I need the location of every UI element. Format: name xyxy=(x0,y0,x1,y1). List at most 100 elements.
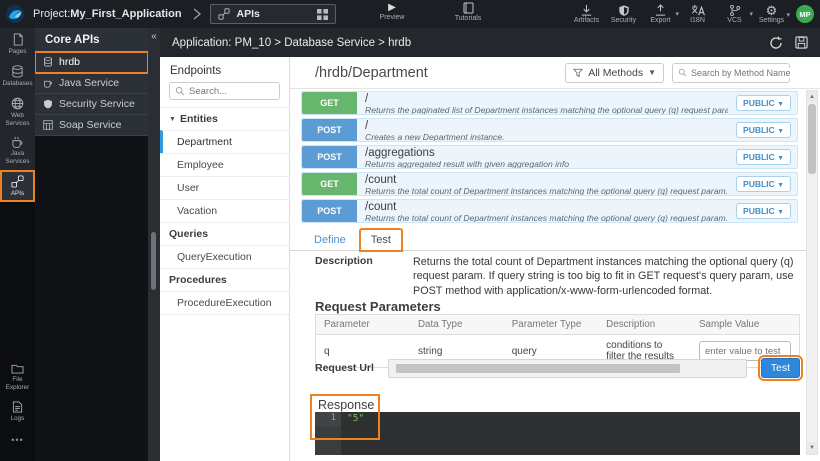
method-row[interactable]: POST /Creates a new Department instance.… xyxy=(301,118,798,142)
upload-icon xyxy=(654,4,667,17)
endpoints-scrollbar-thumb[interactable] xyxy=(151,232,156,290)
detail-tabbar: Define Test xyxy=(290,227,806,251)
method-row[interactable]: POST /countReturns the total count of De… xyxy=(301,199,798,223)
settings-button[interactable]: ⚙ Settings ▾ xyxy=(755,5,788,24)
i18n-button[interactable]: I18N xyxy=(681,4,714,24)
core-apis-panel: Core APIs hrdb Java Service Security Ser… xyxy=(35,28,148,461)
soap-icon xyxy=(43,120,53,130)
rail-item-apis[interactable]: APIs xyxy=(0,170,35,202)
method-row[interactable]: GET /countReturns the total count of Dep… xyxy=(301,172,798,196)
grid-menu-icon[interactable] xyxy=(317,9,328,20)
coffee-icon xyxy=(11,136,24,148)
caret-down-icon: ▼ xyxy=(648,68,656,77)
caret-down-icon: ▾ xyxy=(675,10,679,18)
endpoint-item-queryexecution[interactable]: QueryExecution xyxy=(160,245,289,268)
panel-collapse-strip: « xyxy=(148,28,160,461)
shield-icon xyxy=(618,4,630,17)
method-verb-badge: POST xyxy=(302,119,357,141)
endpoints-section-procedures[interactable]: Procedures xyxy=(160,268,289,291)
play-icon: ▶ xyxy=(388,2,396,13)
caret-down-icon: ▾ xyxy=(786,11,790,19)
database-icon xyxy=(43,57,53,67)
endpoint-item-department[interactable]: Department xyxy=(160,130,289,153)
scroll-down-icon[interactable]: ▼ xyxy=(807,442,817,454)
coffee-icon xyxy=(43,78,53,88)
caret-down-icon: ▼ xyxy=(777,155,784,162)
response-editor: 1 "5" xyxy=(315,412,800,455)
artifacts-button[interactable]: Artifacts xyxy=(570,4,603,24)
endpoints-section-entities[interactable]: ▼Entities xyxy=(160,107,289,130)
refresh-icon[interactable] xyxy=(769,36,783,50)
method-search-input[interactable] xyxy=(691,68,791,78)
language-icon xyxy=(691,4,705,17)
endpoint-title: /hrdb/Department xyxy=(315,65,557,81)
core-apis-item-hrdb[interactable]: hrdb xyxy=(35,52,148,73)
endpoint-item-vacation[interactable]: Vacation xyxy=(160,199,289,222)
all-methods-dropdown[interactable]: All Methods ▼ xyxy=(565,63,664,83)
scrollbar-thumb[interactable] xyxy=(808,104,816,174)
access-level-button[interactable]: PUBLIC ▼ xyxy=(736,176,791,192)
core-apis-title: Core APIs xyxy=(35,28,148,52)
response-value: "5" xyxy=(341,412,800,426)
access-level-button[interactable]: PUBLIC ▼ xyxy=(736,149,791,165)
scroll-up-icon[interactable]: ▲ xyxy=(807,91,817,103)
endpoint-item-procedureexecution[interactable]: ProcedureExecution xyxy=(160,291,289,314)
database-icon xyxy=(11,65,24,78)
folder-icon xyxy=(11,363,24,374)
vcs-button[interactable]: VCS ▾ xyxy=(718,4,751,24)
gear-icon: ⚙ xyxy=(766,5,778,17)
user-avatar[interactable]: MP xyxy=(796,5,814,23)
access-level-button[interactable]: PUBLIC ▼ xyxy=(736,95,791,111)
endpoints-section-queries[interactable]: Queries xyxy=(160,222,289,245)
method-search[interactable] xyxy=(672,63,790,83)
collapse-panel-icon[interactable]: « xyxy=(148,28,160,46)
breadcrumb: Application: PM_10 > Database Service > … xyxy=(172,37,757,49)
endpoint-item-employee[interactable]: Employee xyxy=(160,153,289,176)
method-path: / xyxy=(365,120,728,132)
method-verb-badge: POST xyxy=(302,146,357,168)
tutorials-button[interactable]: Tutorials xyxy=(442,2,494,22)
endpoints-search-input[interactable] xyxy=(189,86,269,97)
tab-define[interactable]: Define xyxy=(304,230,356,250)
triangle-down-icon: ▼ xyxy=(169,116,176,123)
access-level-button[interactable]: PUBLIC ▼ xyxy=(736,122,791,138)
method-description: Creates a new Department instance. xyxy=(365,132,728,141)
request-url-value-redacted xyxy=(396,364,680,373)
wavemaker-logo-icon[interactable] xyxy=(5,4,25,24)
method-row[interactable]: GET /Returns the paginated list of Depar… xyxy=(301,91,798,115)
rail-item-pages[interactable]: Pages xyxy=(0,28,35,60)
editor-code: "5" xyxy=(341,412,800,455)
rail-item-databases[interactable]: Databases xyxy=(0,60,35,92)
rail-item-file-explorer[interactable]: File Explorer xyxy=(0,358,35,396)
more-options-icon[interactable]: ••• xyxy=(0,435,35,445)
workspace-selector[interactable]: APIs xyxy=(210,4,336,24)
caret-down-icon: ▾ xyxy=(749,10,753,18)
method-path: /aggregations xyxy=(365,147,728,159)
test-button[interactable]: Test xyxy=(761,358,800,378)
preview-button[interactable]: ▶ Preview xyxy=(366,2,418,21)
endpoints-title: Endpoints xyxy=(160,57,289,82)
core-apis-item-soap-service[interactable]: Soap Service xyxy=(35,115,148,136)
editor-gutter: 1 xyxy=(315,412,341,455)
save-icon[interactable] xyxy=(795,36,808,49)
search-icon xyxy=(175,86,185,96)
endpoint-item-user[interactable]: User xyxy=(160,176,289,199)
core-apis-item-security-service[interactable]: Security Service xyxy=(35,94,148,115)
security-button[interactable]: Security xyxy=(607,4,640,24)
tab-test[interactable]: Test xyxy=(360,229,402,251)
request-url-field[interactable] xyxy=(388,359,747,378)
main-scrollbar[interactable]: ▲ ▼ xyxy=(806,90,818,455)
endpoints-search[interactable] xyxy=(169,82,280,100)
export-button[interactable]: Export ▾ xyxy=(644,4,677,24)
access-level-button[interactable]: PUBLIC ▼ xyxy=(736,203,791,219)
rail-item-java-services[interactable]: Java Services xyxy=(0,131,35,170)
endpoint-titlebar: /hrdb/Department All Methods ▼ xyxy=(290,57,820,89)
rail-item-web-services[interactable]: Web Services xyxy=(0,92,35,132)
method-row[interactable]: POST /aggregationsReturns aggregated res… xyxy=(301,145,798,169)
request-parameters-heading: Request Parameters xyxy=(315,299,441,314)
chevron-right-icon xyxy=(192,8,202,20)
core-apis-item-java-service[interactable]: Java Service xyxy=(35,73,148,94)
rail-item-logs[interactable]: Logs xyxy=(0,396,35,427)
api-icon xyxy=(11,175,24,188)
branch-icon xyxy=(729,4,741,17)
